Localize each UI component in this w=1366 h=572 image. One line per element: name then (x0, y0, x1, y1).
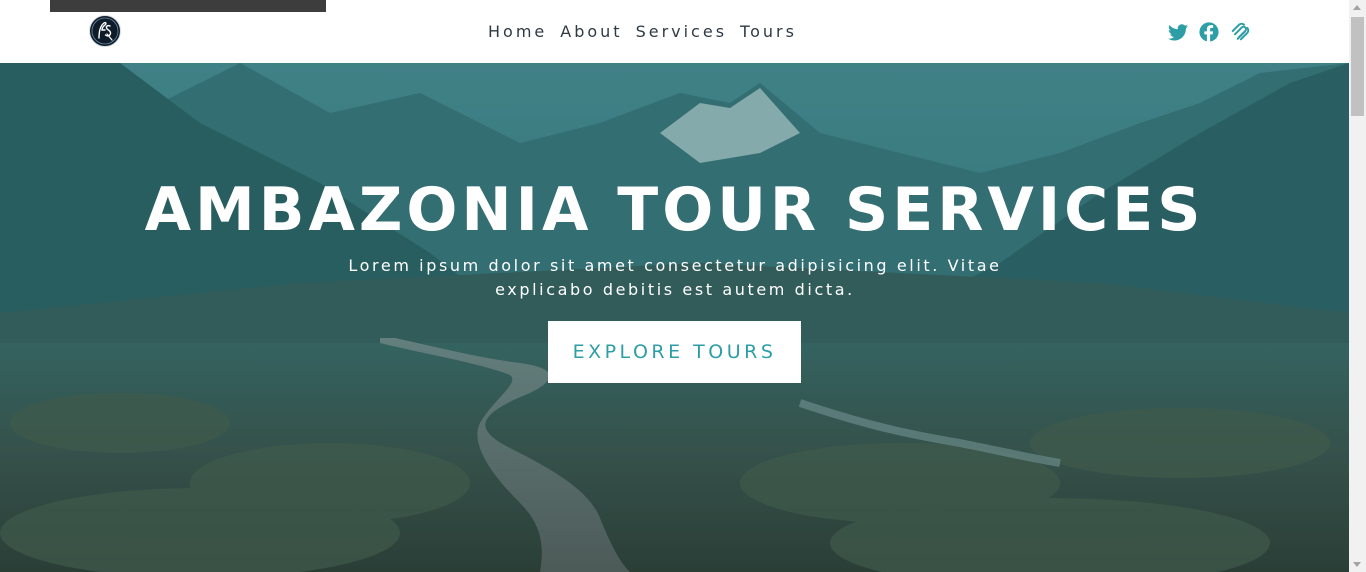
hero-title: AMBAZONIA TOUR SERVICES (144, 175, 1205, 245)
nav-link-home[interactable]: Home (488, 20, 547, 44)
nav-link-tours[interactable]: Tours (740, 20, 797, 44)
site-logo[interactable] (89, 15, 121, 47)
scrollbar-thumb[interactable] (1351, 17, 1364, 116)
hero-background-image (0, 63, 1349, 572)
explore-tours-button[interactable]: EXPLORE TOURS (548, 321, 801, 383)
twitter-link[interactable] (1167, 21, 1189, 43)
fs-monogram-logo-icon (91, 17, 119, 45)
hero-subtitle-line-2: explicabo debitis est autem dicta. (495, 280, 855, 299)
facebook-icon (1199, 22, 1219, 42)
hero-subtitle: Lorem ipsum dolor sit amet consectetur a… (320, 254, 1030, 302)
squarespace-link[interactable] (1229, 21, 1251, 43)
squarespace-icon (1231, 22, 1250, 41)
scroll-down-arrow-icon[interactable] (1353, 562, 1361, 567)
nav-link-about[interactable]: About (560, 20, 622, 44)
vertical-scrollbar[interactable] (1349, 0, 1366, 572)
social-links (1167, 21, 1251, 43)
main-nav: Home About Services Tours (488, 20, 797, 44)
top-strip (50, 0, 326, 12)
hero-section: AMBAZONIA TOUR SERVICES Lorem ipsum dolo… (0, 63, 1349, 572)
scroll-up-arrow-icon[interactable] (1353, 5, 1361, 10)
hero-subtitle-line-1: Lorem ipsum dolor sit amet consectetur a… (348, 256, 1002, 275)
page: Home About Services Tours AMBAZONIA TOUR… (0, 0, 1366, 572)
twitter-icon (1168, 23, 1188, 40)
facebook-link[interactable] (1198, 21, 1220, 43)
nav-link-services[interactable]: Services (636, 20, 727, 44)
